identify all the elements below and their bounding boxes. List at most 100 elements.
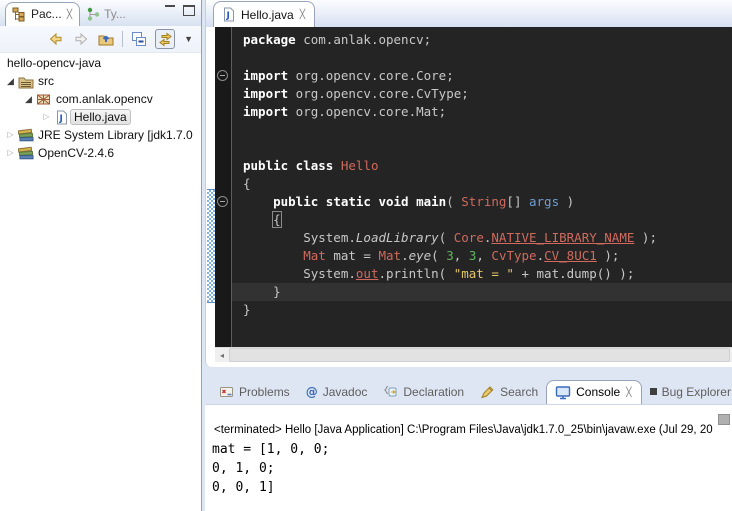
code-line[interactable]: import org.opencv.core.CvType;: [243, 85, 732, 103]
fold-collapse-icon[interactable]: [217, 70, 228, 81]
toolbar-separator: [122, 31, 123, 47]
console-tabbar: Problems@Javadoc Declaration Search Console…: [205, 378, 732, 404]
search-icon: [480, 385, 495, 399]
svg-text:J: J: [58, 114, 62, 124]
code-line[interactable]: import org.opencv.core.Core;: [243, 67, 732, 85]
library-icon: [17, 128, 34, 143]
code-line[interactable]: [243, 49, 732, 67]
package-explorer-icon: [12, 7, 27, 22]
editor-body: package com.anlak.opencv; import org.ope…: [207, 27, 732, 347]
console-output-line: 0, 0, 1]: [212, 478, 732, 497]
code-line[interactable]: [243, 121, 732, 139]
tree-item-label: hello-opencv-java: [3, 55, 105, 71]
editor-container: J Hello.java ╳ package com.anlak.opencv;…: [205, 0, 732, 367]
tab-label: Pac...: [31, 7, 62, 21]
code-line[interactable]: [243, 139, 732, 157]
fold-collapse-icon[interactable]: [217, 196, 228, 207]
tree-item-label: src: [34, 73, 58, 89]
code-line[interactable]: import org.opencv.core.Mat;: [243, 103, 732, 121]
annotation-ruler[interactable]: [207, 27, 215, 347]
editor-and-console-area: J Hello.java ╳ package com.anlak.opencv;…: [202, 0, 732, 511]
console-icon: [555, 385, 571, 400]
library-icon: [17, 146, 34, 161]
tab-label: Hello.java: [241, 8, 294, 22]
code-line[interactable]: package com.anlak.opencv;: [243, 31, 732, 49]
collapse-arrow-icon[interactable]: ◢: [4, 72, 17, 90]
package-explorer-panel: Pac... ╳ Ty... ▼ hell: [0, 0, 202, 511]
package-icon: [35, 92, 52, 106]
console-tab-javadoc[interactable]: @Javadoc: [298, 380, 376, 404]
code-line[interactable]: }: [243, 301, 732, 319]
close-icon[interactable]: ╳: [299, 9, 306, 20]
console-tab-declaration[interactable]: Declaration: [375, 380, 472, 404]
type-hierarchy-icon: [86, 7, 100, 21]
panel-window-buttons: [165, 5, 195, 16]
code-line[interactable]: System.out.println( "mat = " + mat.dump(…: [243, 265, 732, 283]
folding-ruler[interactable]: [215, 27, 231, 347]
tree-item-src[interactable]: ◢ src: [0, 72, 201, 90]
tree-item-hello-java[interactable]: ▷ J Hello.java: [0, 108, 201, 126]
console-body: <terminated> Hello [Java Application] C:…: [205, 404, 732, 511]
java-file-icon: J: [222, 7, 236, 22]
back-icon[interactable]: [47, 30, 65, 48]
tree-item-jre-system-library-jdk1-7-0[interactable]: ▷JRE System Library [jdk1.7.0: [0, 126, 201, 144]
collapse-arrow-icon[interactable]: ◢: [22, 90, 35, 108]
console-output-line: mat = [1, 0, 0;: [212, 440, 732, 459]
tab-label: Declaration: [403, 385, 464, 399]
console-tab-bug-explorer[interactable]: Bug Explorer: [642, 380, 732, 404]
bug-icon: [650, 388, 657, 395]
console-process-title: <terminated> Hello [Java Application] C:…: [205, 423, 732, 437]
view-menu-icon[interactable]: ▼: [182, 34, 195, 44]
tab-label: Ty...: [104, 7, 126, 21]
code-line[interactable]: public class Hello: [243, 157, 732, 175]
code-line[interactable]: public static void main( String[] args ): [243, 193, 732, 211]
tab-hello-java[interactable]: J Hello.java ╳: [213, 1, 315, 27]
tab-label: Bug Explorer: [662, 385, 731, 399]
svg-text:J: J: [226, 11, 230, 21]
close-icon[interactable]: ╳: [625, 387, 632, 398]
expand-arrow-icon[interactable]: ▷: [40, 108, 53, 126]
range-indicator: [207, 189, 215, 303]
console-output-line: 0, 1, 0;: [212, 459, 732, 478]
code-line[interactable]: System.LoadLibrary( Core.NATIVE_LIBRARY_…: [243, 229, 732, 247]
console-output: mat = [1, 0, 0; 0, 1, 0; 0, 0, 1]: [212, 440, 732, 497]
expand-arrow-icon[interactable]: ▷: [4, 144, 17, 162]
code-line-current[interactable]: }: [232, 283, 732, 301]
scroll-left-icon[interactable]: ◂: [215, 351, 229, 360]
console-tab-console[interactable]: Console ╳: [546, 380, 641, 404]
tab-label: Javadoc: [323, 385, 368, 399]
console-toolbar-icon[interactable]: [718, 414, 730, 425]
code-line[interactable]: {: [243, 211, 732, 229]
tree-item-com-anlak-opencv[interactable]: ◢ com.anlak.opencv: [0, 90, 201, 108]
console-tab-problems[interactable]: Problems: [211, 380, 298, 404]
code-line[interactable]: {: [243, 175, 732, 193]
tree-item-label: com.anlak.opencv: [52, 91, 157, 107]
maximize-icon[interactable]: [183, 5, 195, 16]
close-icon[interactable]: ╳: [66, 9, 73, 20]
tree-item-hello-opencv-java[interactable]: hello-opencv-java: [0, 54, 201, 72]
tree-item-opencv-2-4-6[interactable]: ▷ OpenCV-2.4.6: [0, 144, 201, 162]
forward-icon[interactable]: [72, 30, 90, 48]
package-folder-icon: [17, 74, 34, 89]
tree-item-label: OpenCV-2.4.6: [34, 145, 118, 161]
go-into-icon[interactable]: [97, 30, 115, 48]
tab-label: Console: [576, 385, 620, 399]
tab-type-hierarchy[interactable]: Ty...: [80, 2, 132, 26]
link-with-editor-icon[interactable]: [155, 29, 175, 49]
code-area[interactable]: package com.anlak.opencv; import org.ope…: [231, 27, 732, 347]
project-tree: hello-opencv-java◢src◢com.anlak.opencv▷J…: [0, 53, 201, 162]
tree-item-label: Hello.java: [70, 109, 131, 125]
scrollbar-thumb[interactable]: [229, 348, 730, 362]
java-file-icon: J: [53, 110, 70, 125]
code-line[interactable]: Mat mat = Mat.eye( 3, 3, CvType.CV_8UC1 …: [243, 247, 732, 265]
expand-arrow-icon[interactable]: ▷: [4, 126, 17, 144]
console-toolbar: [205, 405, 732, 423]
collapse-all-icon[interactable]: [130, 30, 148, 48]
console-tab-search[interactable]: Search: [472, 380, 546, 404]
package-explorer-toolbar: ▼: [0, 26, 201, 53]
editor-horizontal-scrollbar[interactable]: ◂: [215, 347, 732, 362]
minimize-icon[interactable]: [165, 5, 175, 15]
tab-package-explorer[interactable]: Pac... ╳: [5, 2, 80, 26]
tab-label: Search: [500, 385, 538, 399]
declaration-icon: [383, 385, 398, 399]
